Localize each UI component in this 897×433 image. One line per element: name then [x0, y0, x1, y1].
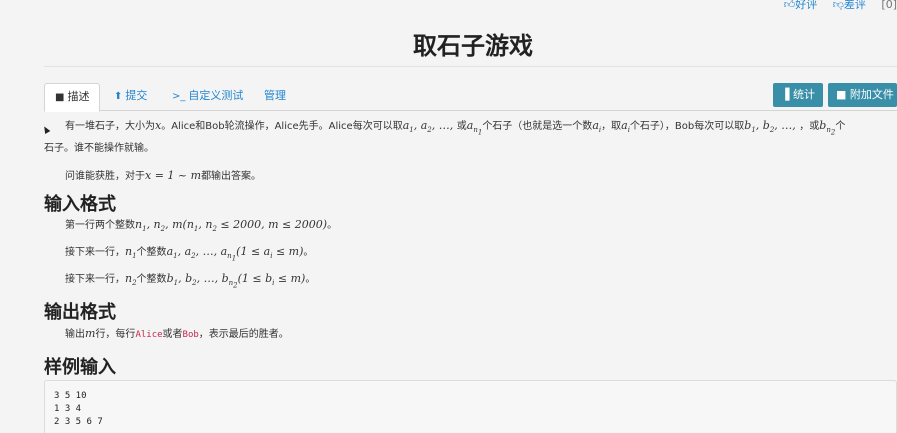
code-line: 1 3 4 — [54, 404, 82, 414]
tab-description[interactable]: ■ 描述 — [44, 83, 101, 112]
problem-description: 有一堆石子，大小为x。Alice和Bob轮流操作，Alice先手。Alice每次… — [44, 118, 897, 184]
tab-custom-test[interactable]: >_ 自定义测试 — [162, 83, 253, 111]
title-divider — [44, 66, 897, 67]
code-line: 2 3 5 6 7 — [54, 417, 103, 427]
tab-description-label: 描述 — [67, 90, 90, 103]
output-format-line: 输出m行，每行Alice或者Bob，表示最后的胜者。 — [65, 327, 289, 340]
description-line-2: 石子。谁不能操作就输。 — [44, 142, 154, 154]
rating-bar: 👍︎好评 👎︎差评 [0] — [784, 0, 897, 12]
description-line-1: 有一堆石子，大小为x。Alice和Bob轮流操作，Alice先手。Alice每次… — [65, 119, 846, 137]
bar-chart-icon: ▐ — [781, 88, 790, 101]
terminal-icon: >_ — [172, 91, 186, 102]
sample-input-heading: 样例输入 — [44, 357, 116, 378]
description-question: 问谁能获胜，对于x = 1 ~ m都输出答案。 — [65, 168, 262, 182]
rating-count: [0] — [881, 0, 897, 11]
sample-input-code-block[interactable]: 3 5 10 1 3 4 2 3 5 6 7 — [44, 380, 897, 433]
tab-submit-label: 提交 — [125, 89, 148, 102]
problem-tabs: ■ 描述 ⬆︎ 提交 >_ 自定义测试 管理 — [44, 83, 897, 112]
file-icon: ■ — [55, 92, 65, 103]
dislike-button[interactable]: 👎︎差评 — [833, 0, 872, 11]
attachments-button[interactable]: ■ 附加文件 — [828, 83, 897, 107]
input-format-heading: 输入格式 — [44, 194, 116, 215]
like-button[interactable]: 👍︎好评 — [784, 0, 824, 11]
input-format-line-1: 第一行两个整数n1, n2, m(n1, n2 ≤ 2000, m ≤ 2000… — [65, 218, 338, 234]
code-line: 3 5 10 — [54, 391, 87, 401]
input-format-line-3: 接下来一行，n2个整数b1, b2, …, bn2(1 ≤ bi ≤ m)。 — [65, 272, 316, 290]
output-format-heading: 输出格式 — [44, 302, 116, 323]
attachments-label: 附加文件 — [849, 88, 894, 101]
tab-submit[interactable]: ⬆︎ 提交 — [104, 83, 157, 111]
page-title: 取石子游戏 — [413, 32, 533, 60]
tab-manage-label: 管理 — [264, 89, 286, 102]
file-icon: ■ — [836, 88, 847, 101]
alice-code: Alice — [135, 330, 163, 340]
stats-button[interactable]: ▐ 统计 — [773, 83, 823, 107]
dislike-label: 差评 — [843, 0, 866, 11]
input-format-line-2: 接下来一行，n1个整数a1, a2, …, an1(1 ≤ ai ≤ m)。 — [65, 245, 314, 263]
upload-icon: ⬆︎ — [114, 91, 123, 102]
stats-label: 统计 — [792, 88, 815, 101]
tab-manage[interactable]: 管理 — [254, 83, 296, 111]
like-label: 好评 — [795, 0, 818, 11]
tab-custom-test-label: 自定义测试 — [188, 89, 244, 102]
bob-code: Bob — [182, 330, 199, 340]
